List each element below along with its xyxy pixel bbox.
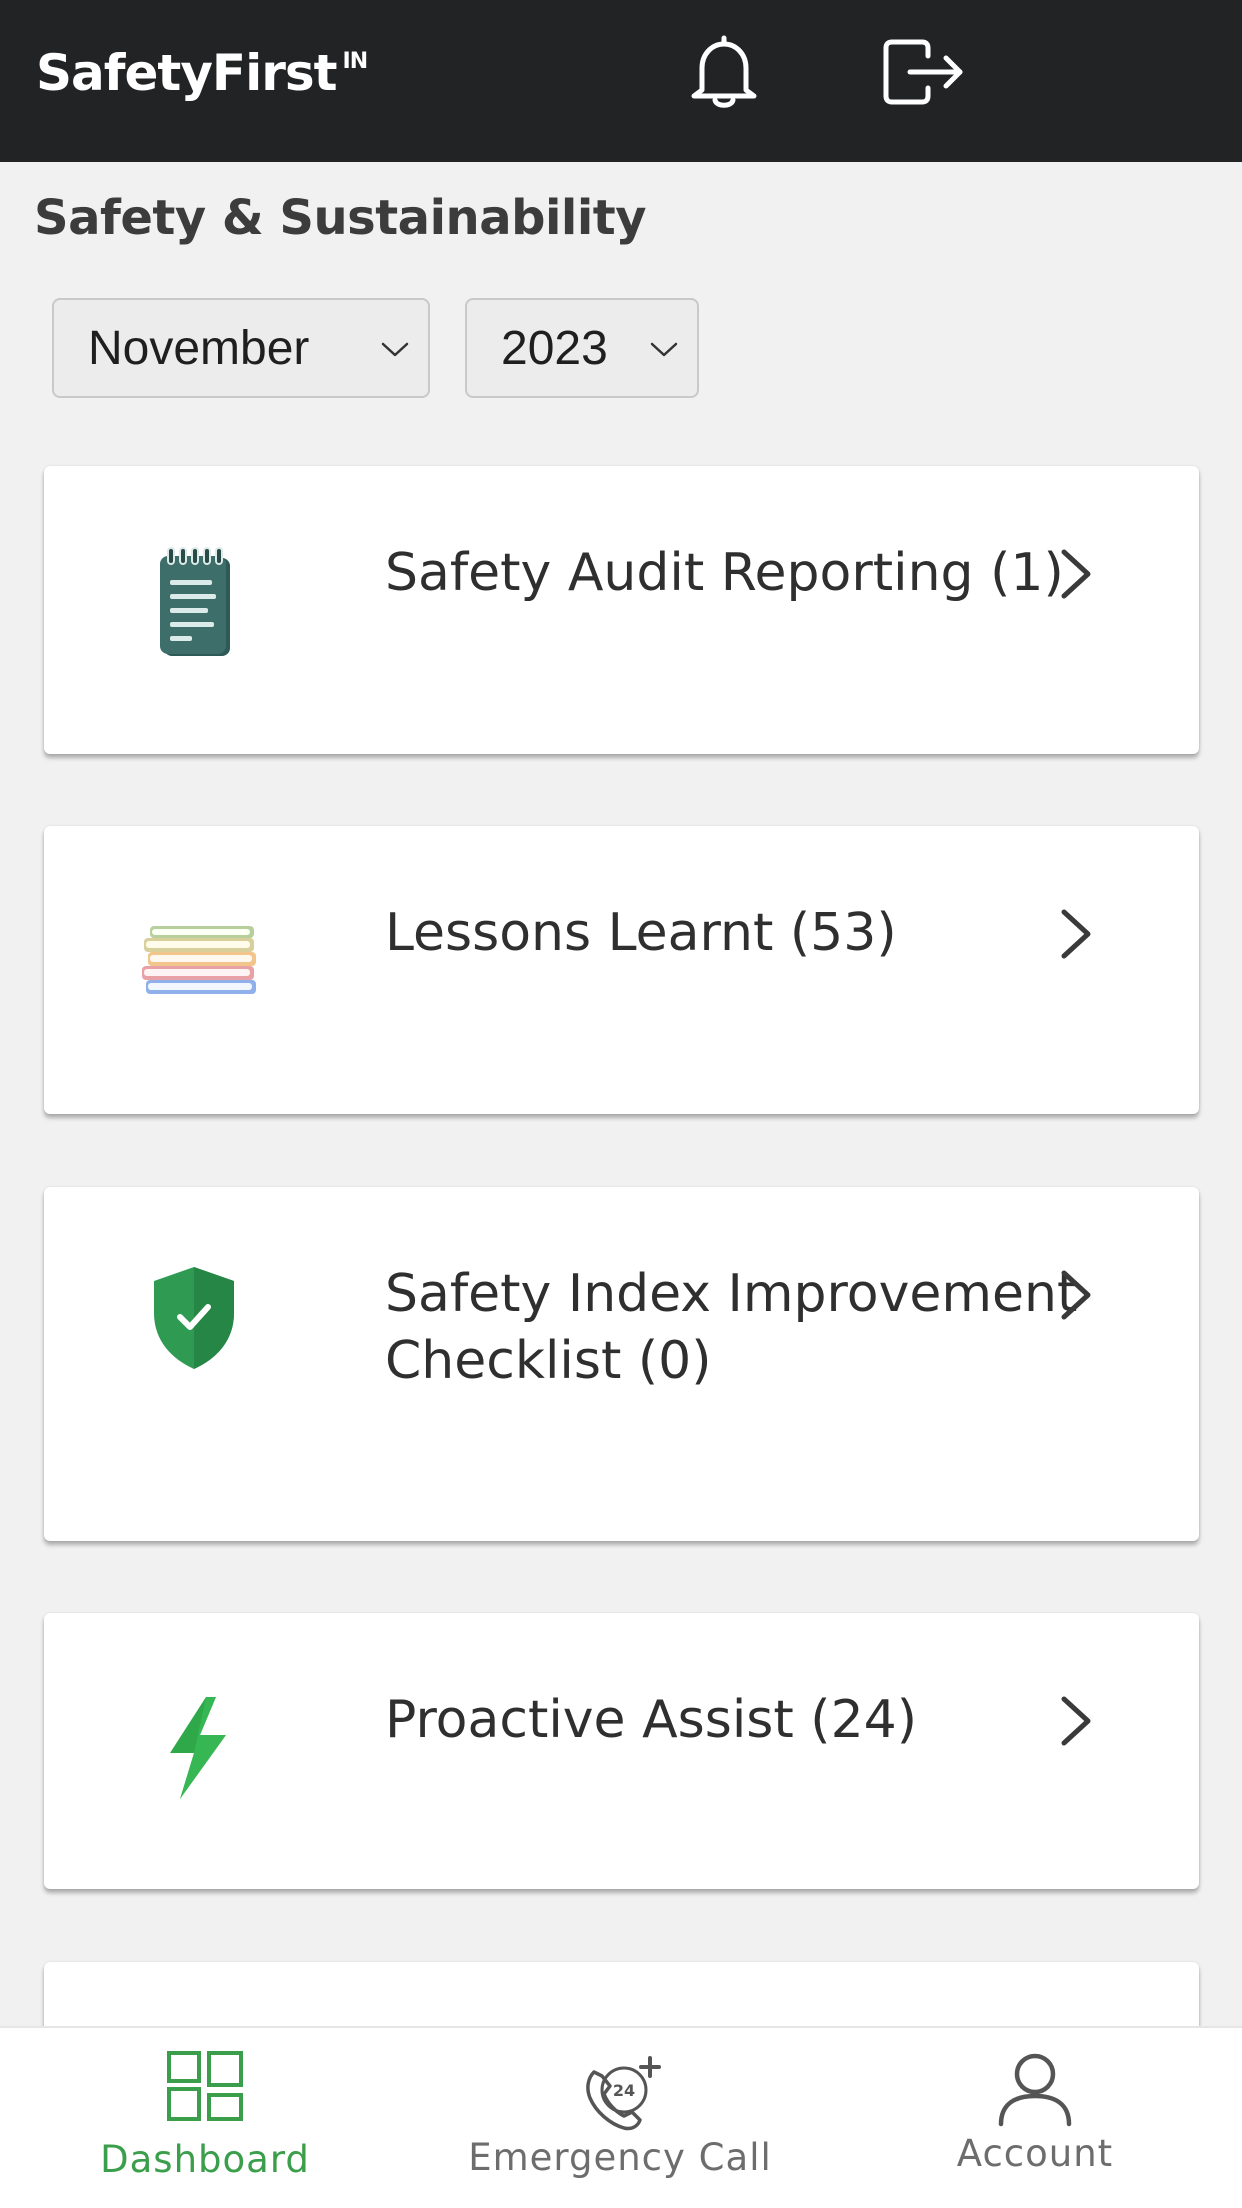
svg-text:24: 24 xyxy=(613,2081,635,2100)
emergency-phone-24-icon: 24 xyxy=(586,2056,661,2131)
card-label: Proactive Assist (24) xyxy=(385,1690,918,1750)
year-select-value: 2023 xyxy=(501,321,608,375)
account-icon xyxy=(998,2053,1072,2127)
card-proactive-assist[interactable]: Proactive Assist (24) xyxy=(44,1613,1199,1889)
logout-icon[interactable] xyxy=(876,30,966,114)
section-title: Safety & Sustainability xyxy=(34,190,647,246)
notepad-icon xyxy=(160,547,230,656)
app-logo: SafetyFirst IN xyxy=(36,44,368,102)
tab-dashboard[interactable]: Dashboard xyxy=(80,2028,330,2208)
card-lessons-learnt[interactable]: Lessons Learnt (53) xyxy=(44,826,1199,1114)
tab-emergency-call[interactable]: 24 Emergency Call xyxy=(455,2028,785,2208)
chevron-down-icon xyxy=(650,342,678,357)
tab-account[interactable]: Account xyxy=(935,2028,1135,2208)
brand-name: SafetyFirst xyxy=(36,44,338,102)
top-app-bar: SafetyFirst IN xyxy=(0,0,1242,162)
lightning-icon xyxy=(170,1697,226,1799)
card-safety-audit-reporting[interactable]: Safety Audit Reporting (1) xyxy=(44,466,1199,754)
dashboard-icon xyxy=(167,2051,243,2121)
brand-region: IN xyxy=(342,49,369,74)
chevron-down-icon xyxy=(381,342,409,357)
books-icon xyxy=(142,926,256,994)
month-select-value: November xyxy=(88,321,310,375)
bottom-navigation: Dashboard 24 Emergency Call Account xyxy=(0,2026,1242,2208)
chevron-right-icon xyxy=(1061,909,1091,959)
chevron-right-icon xyxy=(1061,549,1091,599)
chevron-right-icon xyxy=(1061,1696,1091,1746)
tab-dashboard-label: Dashboard xyxy=(100,2138,310,2181)
card-label: Safety Audit Reporting (1) xyxy=(385,543,1064,603)
shield-check-icon xyxy=(154,1267,234,1369)
card-label: Safety Index Improvement Checklist (0) xyxy=(385,1264,1078,1391)
bell-icon[interactable] xyxy=(682,30,766,114)
card-safety-index-checklist[interactable]: Safety Index Improvement Checklist (0) xyxy=(44,1187,1199,1541)
card-label: Lessons Learnt (53) xyxy=(385,903,897,963)
chevron-right-icon xyxy=(1061,1270,1091,1320)
tab-emergency-call-label: Emergency Call xyxy=(468,2136,772,2179)
tab-account-label: Account xyxy=(956,2132,1114,2175)
year-select[interactable]: 2023 xyxy=(465,298,699,398)
month-select[interactable]: November xyxy=(52,298,430,398)
